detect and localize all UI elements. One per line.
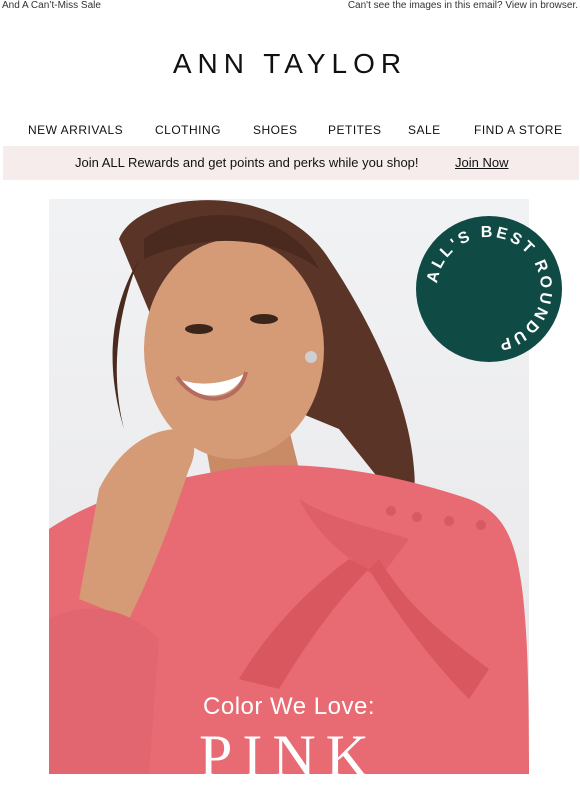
falls-best-roundup-badge[interactable]: FALL'S BEST ROUNDUP [416, 216, 562, 362]
nav-item-petites[interactable]: PETITES [328, 123, 382, 137]
preheader-text: And A Can’t-Miss Sale [2, 0, 101, 11]
nav-item-clothing[interactable]: CLOTHING [155, 123, 221, 137]
preheader: And A Can’t-Miss Sale Can't see the imag… [0, 0, 580, 13]
nav-item-shoes[interactable]: SHOES [253, 123, 298, 137]
caption-headline: PINK [198, 723, 379, 789]
nav-item-new-arrivals[interactable]: NEW ARRIVALS [28, 123, 123, 137]
rewards-banner: Join ALL Rewards and get points and perk… [3, 146, 579, 180]
caption-subtitle: Color We Love: [203, 693, 375, 720]
nav-item-find-a-store[interactable]: FIND A STORE [474, 123, 562, 137]
brand-logo[interactable]: ANN TAYLOR [0, 46, 580, 82]
join-now-link[interactable]: Join Now [455, 146, 508, 180]
view-in-browser-link[interactable]: Can't see the images in this email? View… [348, 0, 578, 12]
nav-item-sale[interactable]: SALE [408, 123, 441, 137]
main-nav: NEW ARRIVALS CLOTHING SHOES PETITES SALE… [0, 120, 580, 140]
rewards-message: Join ALL Rewards and get points and perk… [75, 155, 419, 170]
hero-caption: Color We Love: PINK [49, 690, 529, 786]
